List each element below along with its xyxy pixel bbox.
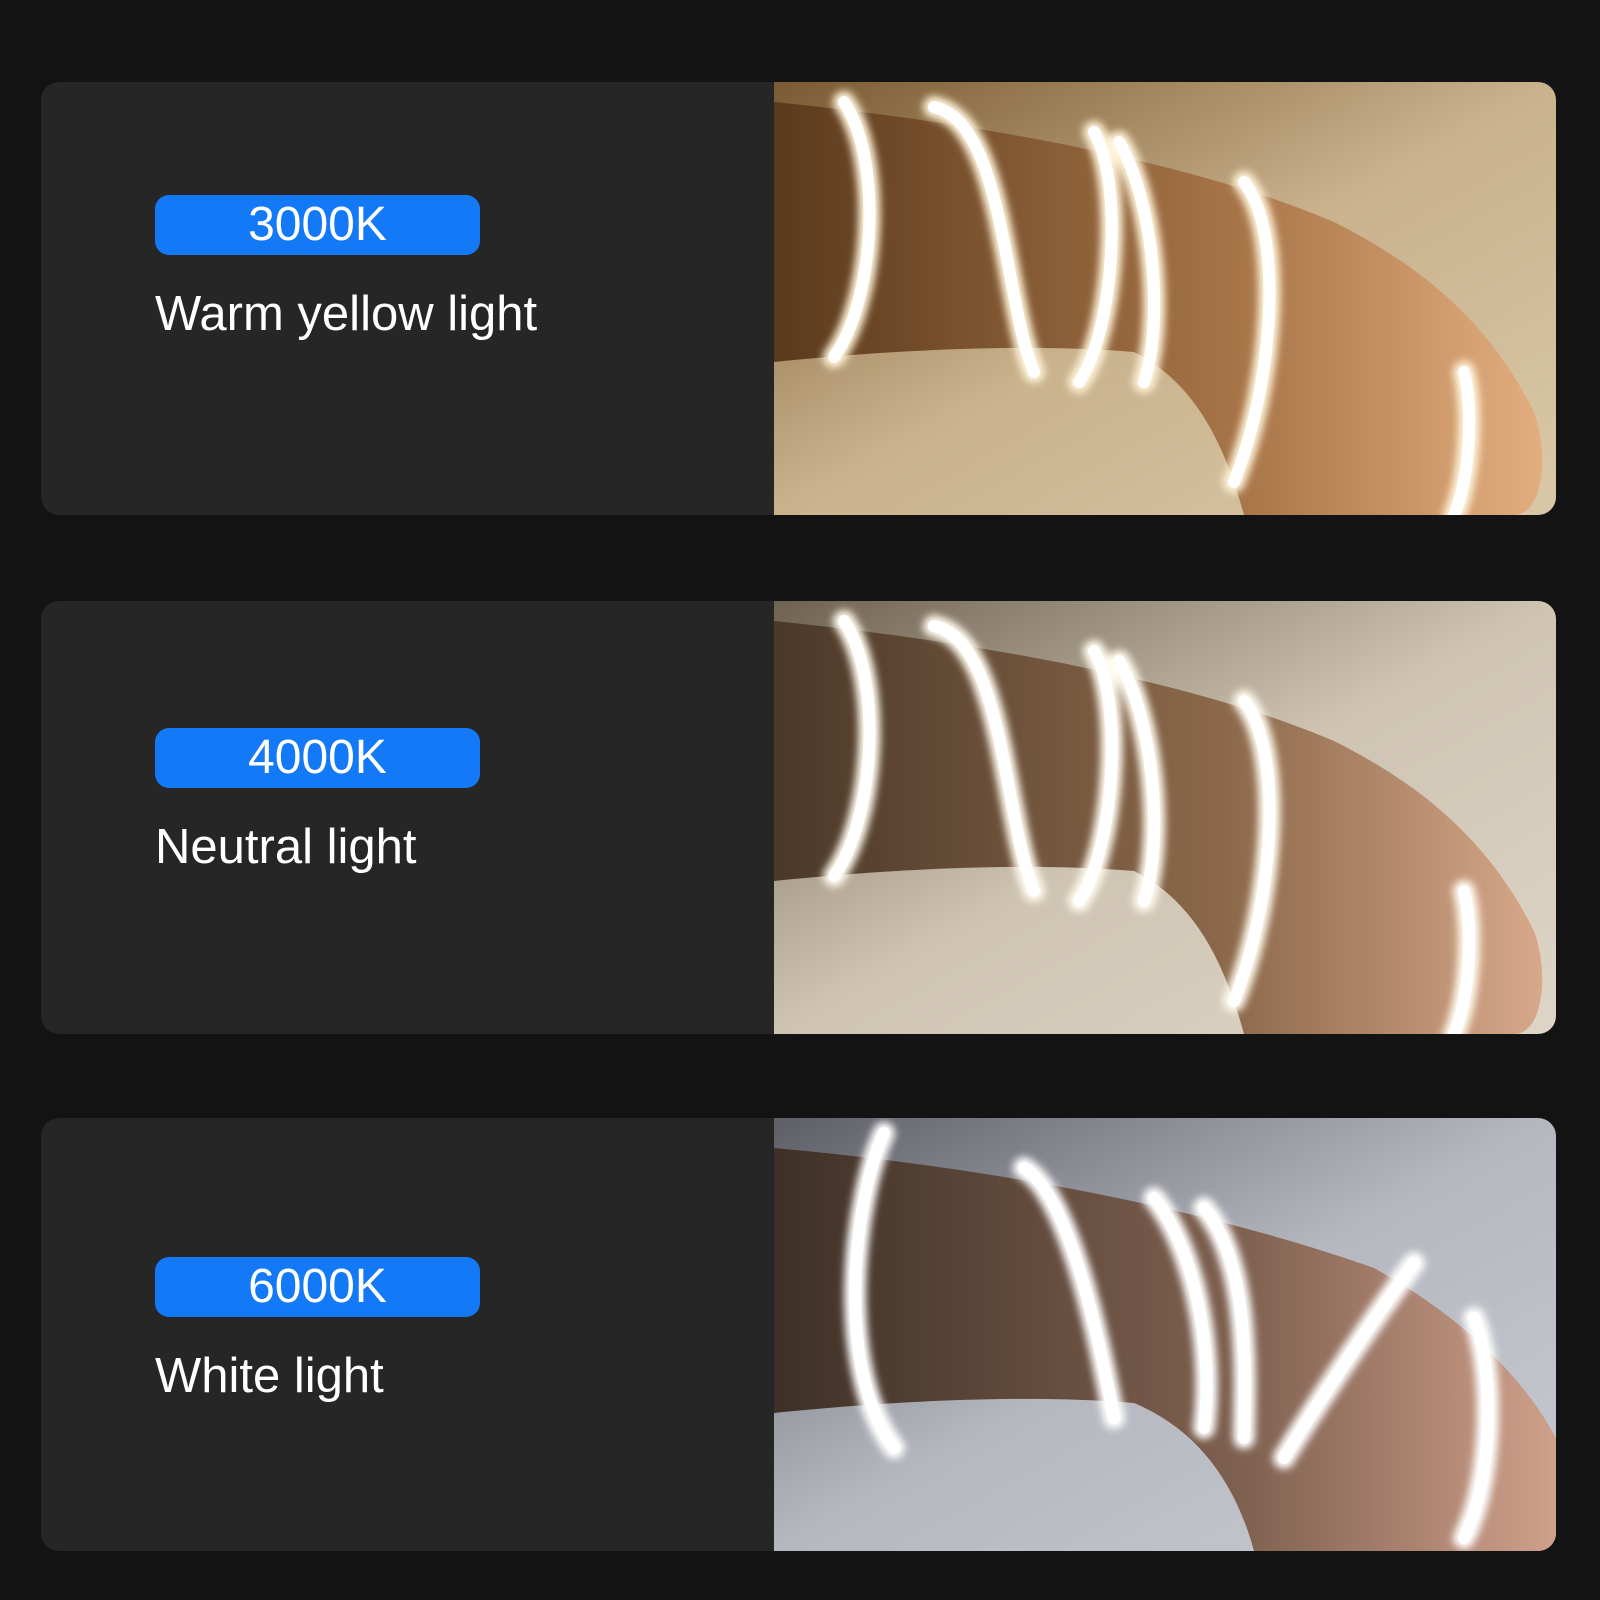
led-strip-photo-warm	[774, 82, 1556, 515]
color-temp-badge: 4000K	[155, 728, 480, 788]
led-strip-photo-white	[774, 1118, 1556, 1551]
panel-4000k: 4000K Neutral light	[41, 601, 1556, 1034]
panel-6000k: 6000K White light	[41, 1118, 1556, 1551]
color-temp-badge: 3000K	[155, 195, 480, 255]
color-temp-badge: 6000K	[155, 1257, 480, 1317]
light-description: Warm yellow light	[155, 287, 538, 341]
panel-text: 6000K White light	[41, 1118, 774, 1551]
panel-text: 3000K Warm yellow light	[41, 82, 774, 515]
light-description: Neutral light	[155, 820, 417, 874]
panel-3000k: 3000K Warm yellow light	[41, 82, 1556, 515]
light-description: White light	[155, 1349, 384, 1403]
panel-text: 4000K Neutral light	[41, 601, 774, 1034]
led-strip-photo-neutral	[774, 601, 1556, 1034]
